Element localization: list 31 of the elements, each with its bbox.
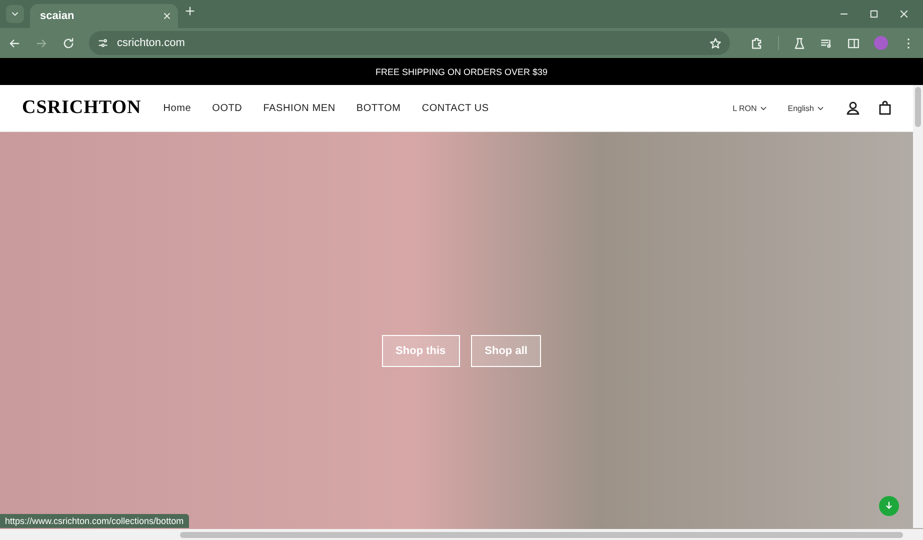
tab-title: scaian (40, 10, 76, 22)
close-icon[interactable] (162, 11, 172, 21)
store-logo[interactable]: CSRICHTON (22, 97, 142, 119)
browser-tab[interactable]: scaian (30, 4, 178, 28)
announcement-text: FREE SHIPPING ON ORDERS OVER $39 (375, 66, 548, 76)
back-icon[interactable] (8, 36, 21, 50)
nav-link[interactable]: BOTTOM (356, 102, 401, 114)
site-settings-icon[interactable] (97, 37, 109, 49)
language-selector[interactable]: English (788, 104, 825, 112)
plus-icon[interactable] (184, 5, 196, 17)
reload-icon[interactable] (62, 36, 75, 50)
nav-link[interactable]: Home (163, 102, 192, 114)
address-bar[interactable]: csrichton.com (89, 31, 730, 55)
close-icon[interactable] (899, 9, 909, 19)
puzzle-icon[interactable] (750, 36, 764, 50)
maximize-icon[interactable] (869, 9, 879, 19)
playlist-icon[interactable] (820, 36, 833, 50)
status-url: https://www.csrichton.com/collections/bottom (0, 514, 189, 528)
nav-link[interactable]: OOTD (212, 102, 242, 114)
shopping-bag-icon[interactable] (877, 100, 893, 116)
nav-link[interactable]: FASHION MEN (263, 102, 336, 114)
download-icon (883, 500, 895, 512)
nav-link[interactable]: CONTACT US (422, 102, 489, 114)
scrollbar-thumb[interactable] (915, 87, 921, 127)
currency-selector[interactable]: L RON (732, 104, 768, 112)
account-icon[interactable] (845, 100, 861, 116)
scrollbar-thumb[interactable] (180, 532, 903, 538)
tab-search-button[interactable] (6, 5, 24, 23)
flask-icon[interactable] (793, 36, 806, 50)
side-panel-icon[interactable] (847, 36, 860, 50)
star-icon[interactable] (709, 36, 722, 50)
